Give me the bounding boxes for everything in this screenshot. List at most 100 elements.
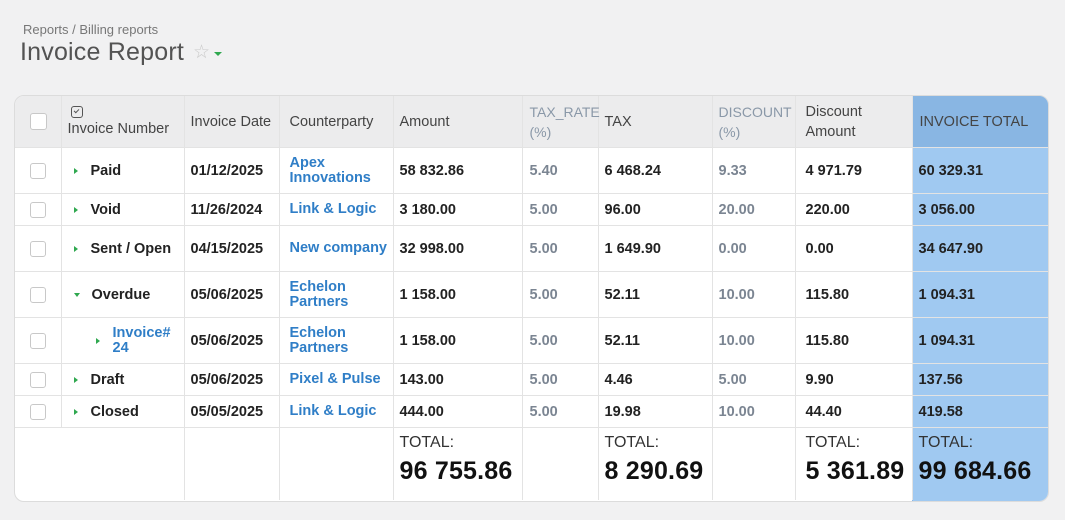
counterparty-link-2[interactable]: Innovations <box>290 170 393 186</box>
counterparty-link[interactable]: Echelon <box>290 279 393 295</box>
header-counterparty[interactable]: Counterparty <box>290 114 374 130</box>
discount: 10.00 <box>712 317 796 364</box>
row-checkbox[interactable] <box>30 240 46 257</box>
expand-icon[interactable] <box>73 167 78 174</box>
invoice-table: Invoice Number Invoice Date Counterparty… <box>14 95 1049 502</box>
header-amount[interactable]: Amount <box>400 114 450 130</box>
table-row[interactable]: Draft 05/06/2025 Pixel & Pulse 143.00 5.… <box>15 363 1048 396</box>
tax: 6 468.24 <box>598 147 713 194</box>
invoice-link[interactable]: Invoice# <box>113 325 171 341</box>
totals-row: TOTAL: 96 755.86 TOTAL: 8 290.69 TOTAL: … <box>15 427 1048 500</box>
total-label: TOTAL: <box>805 434 861 451</box>
tax-rate: 5.40 <box>522 147 599 194</box>
expand-icon[interactable] <box>73 408 78 415</box>
table-row[interactable]: Void 11/26/2024 Link & Logic 3 180.00 5.… <box>15 193 1048 226</box>
discount-amount: 0.00 <box>795 225 913 272</box>
expand-icon[interactable] <box>95 337 100 344</box>
tax-rate: 5.00 <box>522 225 599 272</box>
invoice-total: 1 094.31 <box>912 271 1048 318</box>
status-label: Sent / Open <box>90 240 172 257</box>
invoice-date: 05/05/2025 <box>184 395 280 428</box>
amount: 3 180.00 <box>393 193 523 226</box>
row-checkbox[interactable] <box>30 201 46 218</box>
amount: 58 832.86 <box>393 147 523 194</box>
expand-icon[interactable] <box>73 245 78 252</box>
discount-amount: 4 971.79 <box>795 147 913 194</box>
row-checkbox[interactable] <box>30 403 46 420</box>
total-label: TOTAL: <box>918 434 974 451</box>
header-discount-amount[interactable]: Discount <box>806 102 912 122</box>
discount: 5.00 <box>712 363 796 396</box>
status-label: Closed <box>90 403 139 420</box>
discount-amount: 115.80 <box>795 271 913 318</box>
table-row[interactable]: Closed 05/05/2025 Link & Logic 444.00 5.… <box>15 395 1048 428</box>
page-title: Invoice Report <box>20 38 184 66</box>
table-row[interactable]: Paid 01/12/2025 Apex Innovations 58 832.8… <box>15 147 1048 194</box>
total-label: TOTAL: <box>399 434 455 451</box>
invoice-total: 419.58 <box>912 395 1048 428</box>
table-row[interactable]: Invoice# 24 05/06/2025 Echelon Partners 1 … <box>15 317 1048 364</box>
invoice-link-number[interactable]: 24 <box>113 340 171 356</box>
expand-icon[interactable] <box>73 376 78 383</box>
total-label: TOTAL: <box>604 434 660 451</box>
counterparty-link-2[interactable]: Partners <box>290 294 393 310</box>
invoice-total: 137.56 <box>912 363 1048 396</box>
header-tax[interactable]: TAX <box>605 114 632 130</box>
header-tax-rate[interactable]: TAX_RATE <box>530 102 600 122</box>
invoice-total: 34 647.90 <box>912 225 1048 272</box>
expand-icon[interactable] <box>73 206 78 213</box>
amount: 143.00 <box>393 363 523 396</box>
tax: 52.11 <box>598 271 713 318</box>
invoice-total: 60 329.31 <box>912 147 1048 194</box>
discount: 0.00 <box>712 225 796 272</box>
counterparty-link[interactable]: Apex <box>290 155 393 171</box>
tax: 96.00 <box>598 193 713 226</box>
row-checkbox[interactable] <box>30 162 46 179</box>
status-label: Void <box>90 201 121 218</box>
breadcrumb[interactable]: Reports / Billing reports <box>23 22 158 37</box>
discount: 10.00 <box>712 395 796 428</box>
invoice-total: 1 094.31 <box>912 317 1048 364</box>
discount: 9.33 <box>712 147 796 194</box>
header-tax-rate-unit: (%) <box>529 123 552 140</box>
select-all-checkbox[interactable] <box>30 113 47 130</box>
counterparty-link[interactable]: Echelon <box>290 325 393 341</box>
counterparty-link[interactable]: Link & Logic <box>290 202 393 217</box>
counterparty-link-2[interactable]: Partners <box>290 340 393 356</box>
discount: 10.00 <box>712 271 796 318</box>
header-invoice-total[interactable]: INVOICE TOTAL <box>920 114 1029 130</box>
row-checkbox[interactable] <box>30 371 46 388</box>
header-discount-unit: (%) <box>718 123 741 140</box>
discount-amount: 9.90 <box>795 363 913 396</box>
tax-rate: 5.00 <box>522 363 599 396</box>
chevron-down-icon[interactable] <box>214 52 223 56</box>
tax-rate: 5.00 <box>522 317 599 364</box>
header-select-all[interactable] <box>15 96 62 148</box>
row-checkbox[interactable] <box>30 332 46 349</box>
discount: 20.00 <box>712 193 796 226</box>
header-invoice-date[interactable]: Invoice Date <box>191 114 272 130</box>
amount: 1 158.00 <box>393 317 523 364</box>
counterparty-link[interactable]: Link & Logic <box>290 404 393 419</box>
tax: 19.98 <box>598 395 713 428</box>
tax: 1 649.90 <box>598 225 713 272</box>
invoice-date: 05/06/2025 <box>184 271 280 318</box>
header-invoice-number[interactable]: Invoice Number <box>68 121 170 137</box>
column-select-icon[interactable] <box>70 106 83 118</box>
header-discount[interactable]: DISCOUNT <box>719 102 795 122</box>
counterparty-link[interactable]: New company <box>290 241 393 256</box>
table-row[interactable]: Sent / Open 04/15/2025 New company 32 99… <box>15 225 1048 272</box>
star-outline-icon[interactable]: ☆ <box>193 43 210 62</box>
table-row[interactable]: Overdue 05/06/2025 Echelon Partners 1 158… <box>15 271 1048 318</box>
tax-rate: 5.00 <box>522 271 599 318</box>
counterparty-link[interactable]: Pixel & Pulse <box>290 372 393 387</box>
collapse-icon[interactable] <box>73 292 80 297</box>
total-tax: 8 290.69 <box>604 457 704 485</box>
tax: 4.46 <box>598 363 713 396</box>
amount: 32 998.00 <box>393 225 523 272</box>
discount-amount: 115.80 <box>795 317 913 364</box>
row-checkbox[interactable] <box>30 286 46 303</box>
title-row: Invoice Report ☆ <box>20 38 223 67</box>
tax-rate: 5.00 <box>522 395 599 428</box>
total-discount-amount: 5 361.89 <box>805 457 905 485</box>
